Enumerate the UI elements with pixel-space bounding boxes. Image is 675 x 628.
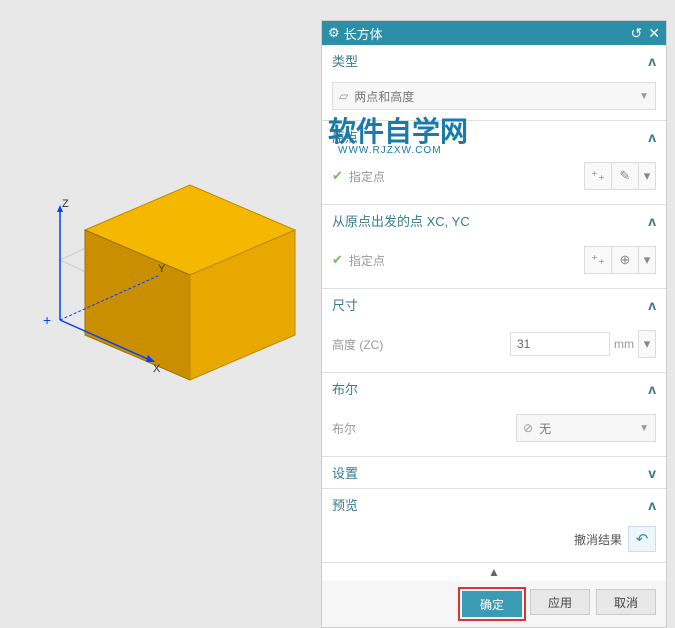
height-unit: mm: [614, 337, 634, 351]
chevron-up-icon: ʌ: [648, 53, 656, 69]
cancel-button[interactable]: 取消: [596, 589, 656, 615]
boolean-dropdown[interactable]: ⊘ 无 ▼: [516, 414, 656, 442]
collapse-arrow-icon[interactable]: ▲: [322, 563, 666, 581]
undo-button[interactable]: ↶: [628, 526, 656, 552]
check-icon: ✔: [332, 168, 343, 184]
boolean-label: 布尔: [332, 420, 516, 437]
section-type-header[interactable]: 类型 ʌ: [322, 45, 666, 76]
check-icon: ✔: [332, 252, 343, 268]
undo-result-label: 撤消结果: [574, 531, 622, 548]
chevron-up-icon: ʌ: [648, 381, 656, 397]
section-settings-header[interactable]: 设置 v: [322, 457, 666, 488]
section-preview-header[interactable]: 预览 ʌ: [322, 489, 666, 520]
dropdown-caret-icon[interactable]: ▾: [638, 246, 656, 274]
origin-point-label: 指定点: [349, 168, 584, 185]
section-origin-header[interactable]: 原点 ʌ: [322, 121, 666, 152]
apply-button[interactable]: 应用: [530, 589, 590, 615]
from-origin-point-label: 指定点: [349, 252, 584, 269]
reset-icon[interactable]: ↺: [631, 25, 643, 42]
section-dimensions-header[interactable]: 尺寸 ʌ: [322, 289, 666, 320]
chevron-down-icon: v: [648, 465, 656, 481]
cube-model[interactable]: + Z Y X: [40, 150, 300, 410]
height-input[interactable]: [510, 332, 610, 356]
height-label: 高度 (ZC): [332, 336, 510, 353]
close-icon[interactable]: ✕: [648, 25, 660, 42]
block-dialog: ⚙ 长方体 ↺ ✕ 类型 ʌ ▱ 两点和高度 ▼ 原点 ʌ ✔ 指定点: [321, 20, 667, 628]
point-constructor-icon[interactable]: ⁺₊: [584, 246, 612, 274]
dialog-footer: 确定 应用 取消: [322, 581, 666, 627]
dropdown-caret-icon[interactable]: ▾: [638, 162, 656, 190]
ok-highlight: 确定: [458, 587, 526, 621]
chevron-down-icon: ▼: [639, 91, 649, 102]
section-boolean-header[interactable]: 布尔 ʌ: [322, 373, 666, 404]
svg-text:+: +: [43, 312, 51, 328]
point-constructor-icon[interactable]: ⁺₊: [584, 162, 612, 190]
type-dropdown[interactable]: ▱ 两点和高度 ▼: [332, 82, 656, 110]
chevron-down-icon: ▼: [639, 423, 649, 434]
axis-y-label: Y: [158, 263, 165, 275]
gear-icon[interactable]: ⚙: [328, 25, 340, 41]
axis-x-label: X: [153, 363, 160, 375]
viewport-3d[interactable]: + Z Y X: [0, 0, 320, 577]
dropdown-caret-icon[interactable]: ▾: [638, 330, 656, 358]
ok-button[interactable]: 确定: [462, 591, 522, 617]
none-icon: ⊘: [523, 421, 533, 435]
chevron-up-icon: ʌ: [648, 129, 656, 145]
dialog-title: 长方体: [344, 24, 383, 43]
section-from-origin-header[interactable]: 从原点出发的点 XC, YC ʌ: [322, 205, 666, 236]
chevron-up-icon: ʌ: [648, 213, 656, 229]
chevron-up-icon: ʌ: [648, 497, 656, 513]
axis-z-label: Z: [62, 198, 69, 210]
block-icon: ▱: [339, 89, 348, 103]
dialog-titlebar[interactable]: ⚙ 长方体 ↺ ✕: [322, 21, 666, 45]
eyedropper-icon[interactable]: ✎: [611, 162, 639, 190]
chevron-up-icon: ʌ: [648, 297, 656, 313]
crosshair-icon[interactable]: ⊕: [611, 246, 639, 274]
